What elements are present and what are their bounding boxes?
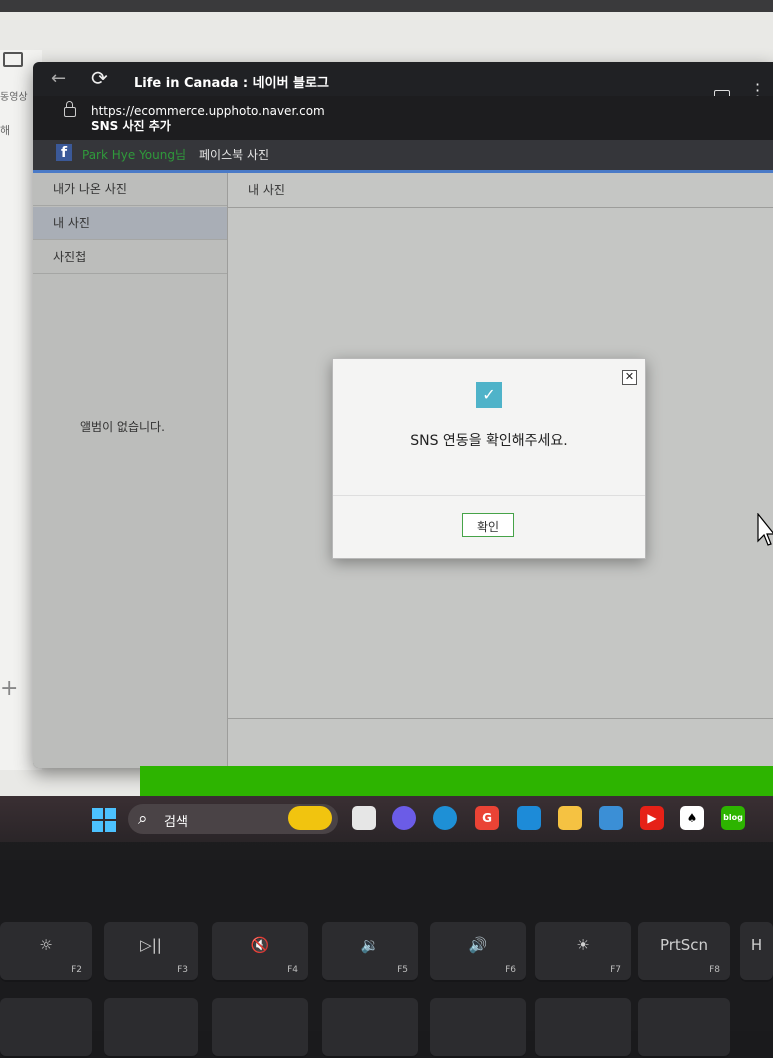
key-row[interactable] [212,998,308,1058]
key-home-main: H [750,936,763,954]
facebook-icon: f [56,144,72,161]
key-row[interactable] [535,998,631,1058]
naver-blog-bar [140,766,773,796]
search-icon: ⌕ [138,809,148,829]
mail-icon[interactable] [517,806,541,830]
solitaire-icon[interactable]: ♠ [680,806,704,830]
key-f2-label: F2 [71,965,82,975]
key-row[interactable] [0,998,92,1058]
back-arrow-icon[interactable]: ← [51,68,66,89]
key-row[interactable] [104,998,198,1058]
checkmark-icon: ✓ [476,382,502,408]
edge-browser-icon[interactable] [433,806,457,830]
key-f6[interactable]: 🔊 F6 [430,922,526,982]
url-text[interactable]: https://ecommerce.upphoto.naver.com [91,104,325,118]
key-home[interactable]: H [740,922,773,982]
key-f7[interactable]: ☀ F7 [535,922,631,982]
key-row[interactable] [322,998,418,1058]
close-icon[interactable]: ✕ [622,370,637,385]
empty-album-message: 앨범이 없습니다. [80,420,165,434]
key-f8[interactable]: PrtScn F8 [638,922,730,982]
file-explorer-icon[interactable] [558,806,582,830]
page-title: SNS 사진 추가 [91,119,171,133]
task-view-icon[interactable] [352,806,376,830]
window-title: Life in Canada : 네이버 블로그 [134,76,329,91]
youtube-icon[interactable]: ▶ [640,806,664,830]
video-camera-icon[interactable] [3,52,23,67]
key-f3-icon: ▷|| [140,936,162,954]
facebook-section-title: 페이스북 사진 [199,148,270,162]
store-icon[interactable] [599,806,623,830]
sidebar-item-my-photos[interactable]: 내 사진 [33,207,227,240]
key-f5-label: F5 [397,965,408,975]
key-f7-icon: ☀ [576,936,590,954]
refresh-icon[interactable]: ⟳ [91,66,108,90]
sidebar-item-albums[interactable]: 사진첩 [33,241,227,274]
add-icon[interactable]: + [0,676,18,701]
monitor-screen: 동영상 해 + ← ⟳ Life in Canada : 네이버 블로그 ···… [0,0,773,860]
dialog-divider [333,495,645,496]
key-row[interactable] [638,998,730,1058]
title-bar: ← ⟳ Life in Canada : 네이버 블로그 ··· [33,62,773,105]
search-label: 검색 [164,815,188,830]
key-f5-icon: 🔉 [360,936,380,954]
key-f6-icon: 🔊 [468,936,488,954]
key-f8-label: F8 [709,965,720,975]
key-row[interactable] [430,998,526,1058]
chat-icon[interactable] [392,806,416,830]
keyboard: ☼ F2 ▷|| F3 🔇 F4 🔉 F5 🔊 F6 ☀ F7 PrtScn F… [0,860,773,1058]
sidebar-item-tagged-photos[interactable]: 내가 나온 사진 [33,173,227,206]
lock-icon [64,101,76,117]
facebook-user-name[interactable]: Park Hye Young님 [82,146,186,163]
key-f4[interactable]: 🔇 F4 [212,922,308,982]
mouse-cursor-icon [757,513,773,546]
key-f4-icon: 🔇 [250,936,270,954]
windows-start-icon[interactable] [92,808,116,832]
key-f5[interactable]: 🔉 F5 [322,922,418,982]
main-header: 내 사진 [228,173,773,208]
key-f2[interactable]: ☼ F2 [0,922,92,982]
alert-dialog: ✕ ✓ SNS 연동을 확인해주세요. 확인 [332,358,646,559]
key-f8-main: PrtScn [659,936,709,954]
background-partial-text: 해 [0,124,11,137]
key-f3-label: F3 [177,965,188,975]
key-f2-icon: ☼ [39,936,53,954]
key-f4-label: F4 [287,965,298,975]
widgets-icon[interactable] [288,806,332,830]
naver-blog-icon[interactable]: blog [721,806,745,830]
key-f7-label: F7 [610,965,621,975]
video-label: 동영상 [0,92,28,103]
key-f3[interactable]: ▷|| F3 [104,922,198,982]
main-footer-divider [228,718,773,719]
key-f6-label: F6 [505,965,516,975]
confirm-button[interactable]: 확인 [462,513,514,537]
album-sidebar: 내가 나온 사진 내 사진 사진첩 앨범이 없습니다. [33,173,228,768]
dialog-message: SNS 연동을 확인해주세요. [410,433,568,449]
gmail-icon[interactable]: G [475,806,499,830]
